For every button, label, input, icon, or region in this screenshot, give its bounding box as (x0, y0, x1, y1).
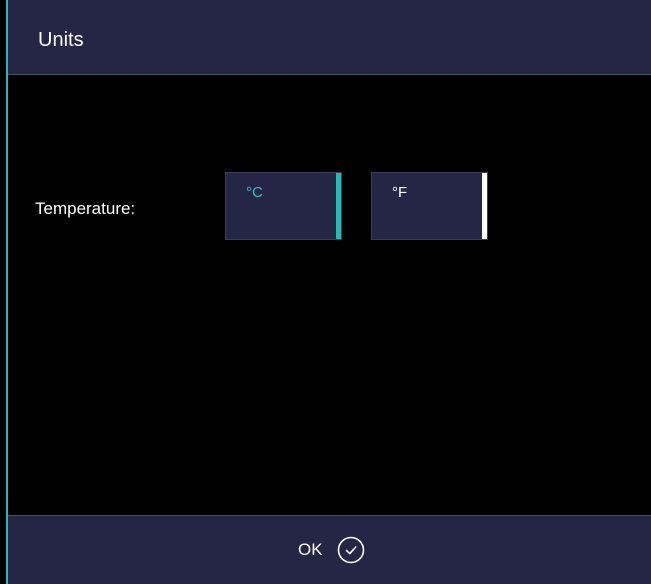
ok-button[interactable]: OK (298, 534, 366, 566)
ok-button-label: OK (298, 540, 323, 559)
fahrenheit-option-label: °F (392, 184, 408, 201)
dialog-header: Units (8, 0, 651, 75)
fahrenheit-option-button[interactable]: °F (371, 172, 488, 240)
celsius-option-button[interactable]: °C (225, 172, 342, 240)
celsius-selection-bar (336, 173, 341, 239)
dialog-title: Units (38, 29, 84, 51)
dialog-footer: OK (8, 515, 651, 584)
dialog-content: Temperature: °C °F (8, 75, 651, 515)
temperature-label: Temperature: (35, 199, 136, 218)
check-circle-icon (337, 536, 364, 564)
fahrenheit-selection-bar (482, 173, 487, 239)
celsius-option-label: °C (246, 184, 263, 201)
units-dialog: Units Temperature: °C °F OK (0, 0, 651, 584)
